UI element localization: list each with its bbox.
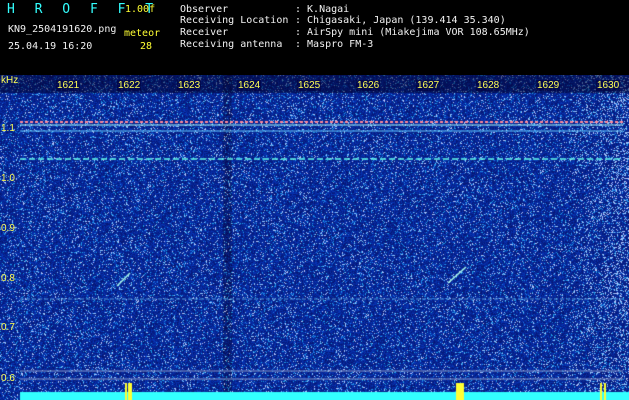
x-tick-label: 1623 bbox=[177, 80, 202, 91]
meteor-label: meteor bbox=[124, 28, 161, 39]
info-value-location: : Chigasaki, Japan (139.414 35.340) bbox=[295, 15, 506, 26]
x-tick-label: 1629 bbox=[536, 80, 561, 91]
x-tick-label: 1624 bbox=[237, 80, 262, 91]
y-axis-unit: kHz bbox=[1, 75, 19, 86]
x-tick-label: 1627 bbox=[416, 80, 441, 91]
meteor-count: 28 bbox=[140, 41, 153, 52]
info-key-observer: Observer bbox=[180, 4, 229, 15]
x-tick-label: 1626 bbox=[356, 80, 381, 91]
x-tick-label: 1628 bbox=[476, 80, 501, 91]
y-tick-label: 0.9 bbox=[1, 223, 15, 234]
datetime-label: 25.04.19 16:20 bbox=[8, 41, 93, 52]
info-key-location: Receiving Location bbox=[180, 15, 289, 26]
y-tick-label: 1.0 bbox=[1, 173, 15, 184]
y-tick-label: 0.6 bbox=[1, 373, 15, 384]
header-panel: H R O F F T 1.00f KN9_2504191620.png met… bbox=[0, 0, 629, 75]
x-tick-label: 1621 bbox=[56, 80, 81, 91]
info-value-receiver: : AirSpy mini (Miakejima VOR 108.65MHz) bbox=[295, 27, 530, 38]
x-tick-label: 1622 bbox=[117, 80, 142, 91]
x-tick-label: 1630 bbox=[596, 80, 621, 91]
info-key-antenna: Receiving antenna bbox=[180, 39, 283, 50]
info-key-receiver: Receiver bbox=[180, 27, 229, 38]
y-tick-label: 1.1 bbox=[1, 123, 15, 134]
info-value-antenna: : Maspro FM-3 bbox=[295, 39, 374, 50]
y-tick-label: 0.8 bbox=[1, 273, 15, 284]
filename-label: KN9_2504191620.png bbox=[8, 24, 117, 35]
info-value-observer: : K.Nagai bbox=[295, 4, 350, 15]
y-tick-label: 0.7 bbox=[1, 322, 15, 333]
spectrogram-canvas bbox=[0, 75, 629, 400]
x-tick-label: 1625 bbox=[297, 80, 322, 91]
version-label: 1.00f bbox=[125, 4, 156, 15]
